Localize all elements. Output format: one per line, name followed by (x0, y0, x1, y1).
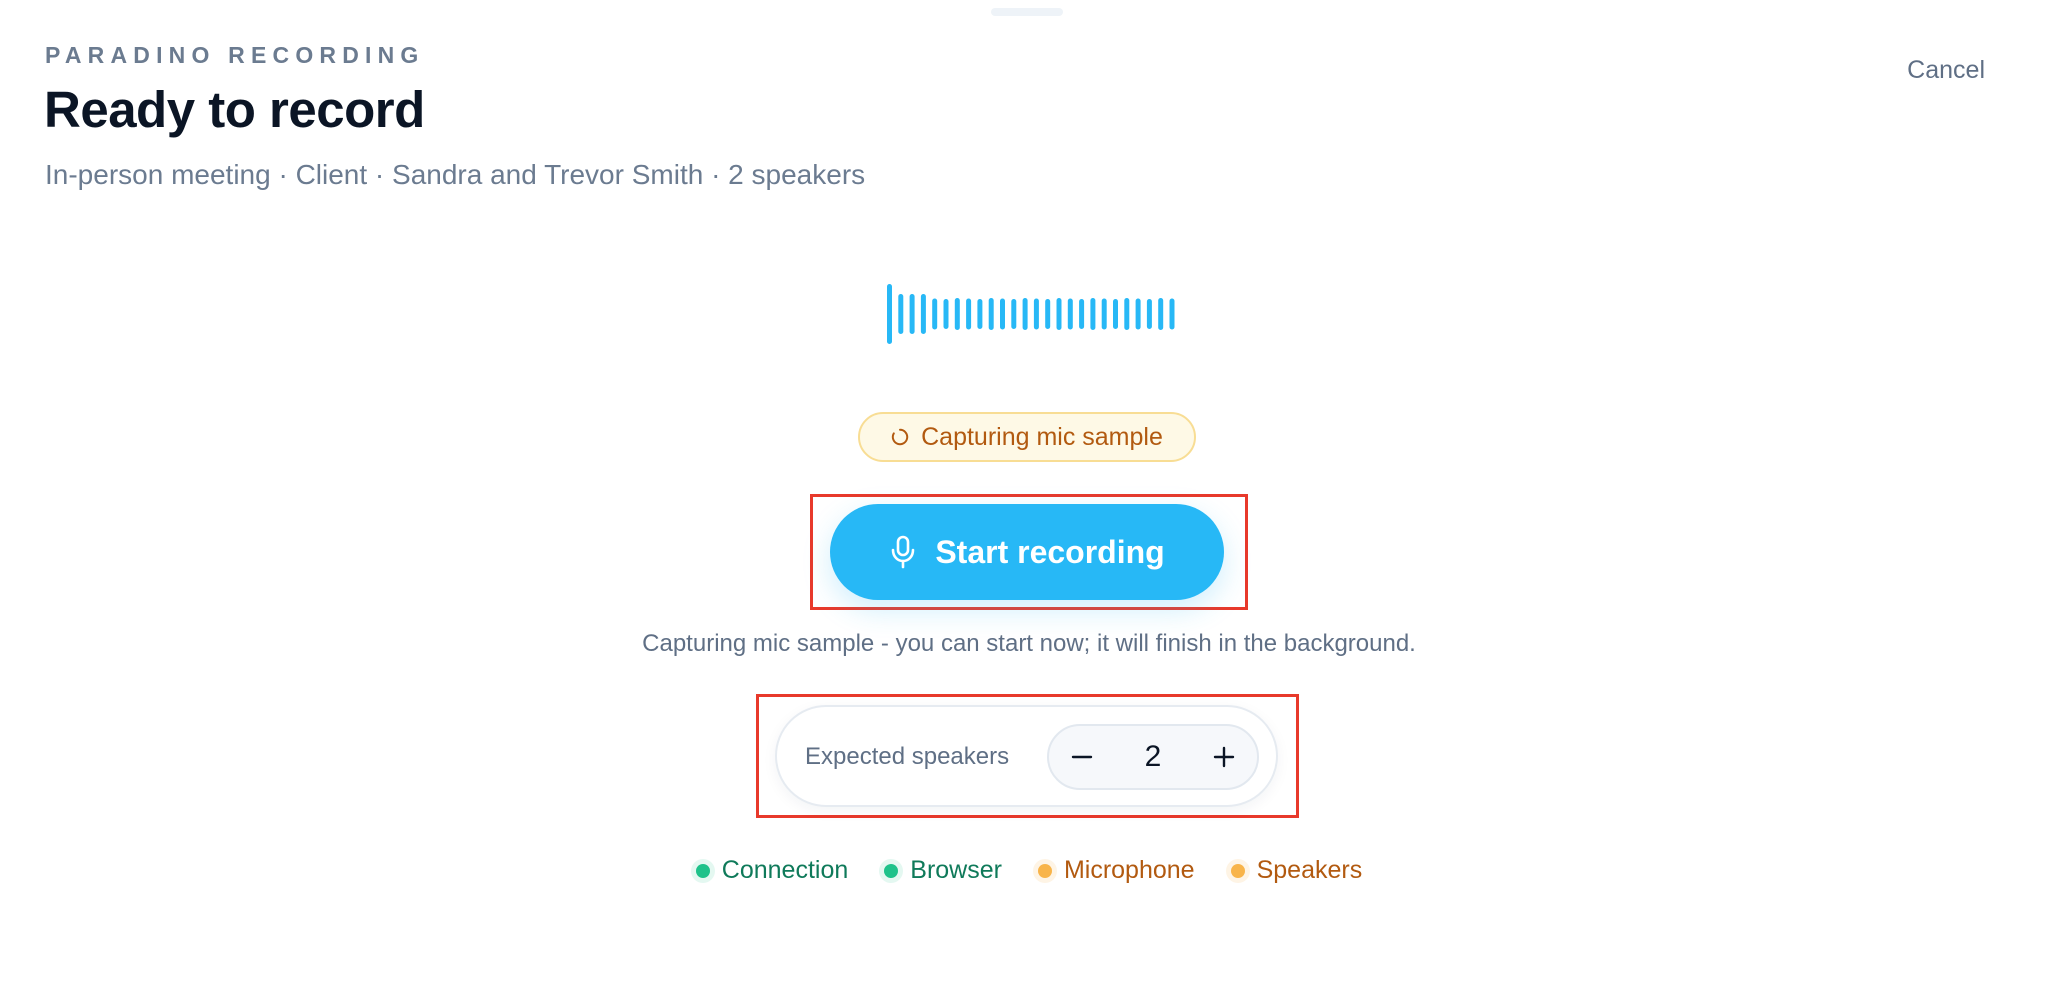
status-label: Capturing mic sample (921, 422, 1163, 451)
waveform-bar (898, 294, 904, 334)
waveform-bar (1146, 299, 1152, 329)
waveform-bar (943, 299, 949, 329)
waveform-bar (887, 284, 892, 344)
microphone-icon (892, 535, 915, 569)
waveform-bar (1090, 298, 1096, 330)
waveform-bar (1056, 298, 1062, 330)
app-eyebrow: PARADINO RECORDING (45, 42, 425, 68)
speakers-count: 2 (1144, 740, 1162, 773)
status-dot-icon (695, 863, 710, 878)
start-recording-label: Start recording (935, 533, 1165, 570)
status-dot-icon (1230, 863, 1245, 878)
check-label: Microphone (1063, 856, 1195, 884)
minus-icon (1071, 755, 1093, 759)
waveform-bar (954, 298, 960, 330)
helper-text: Capturing mic sample - you can start now… (642, 630, 1416, 657)
waveform-bar (932, 298, 938, 330)
speakers-stepper: 2 (1047, 724, 1259, 790)
check-browser: Browser (884, 856, 1002, 885)
waveform-bar (977, 299, 983, 329)
check-label: Browser (910, 856, 1002, 884)
status-dot-icon (884, 863, 899, 878)
page-title: Ready to record (44, 81, 425, 138)
cancel-button[interactable]: Cancel (1907, 56, 1985, 85)
drag-handle[interactable] (991, 8, 1063, 16)
waveform-bar (909, 294, 915, 334)
expected-speakers-label: Expected speakers (805, 743, 1010, 770)
waveform-bar (988, 298, 994, 330)
audio-waveform (887, 284, 1175, 344)
waveform-bar (1158, 298, 1164, 330)
waveform-bar (1113, 299, 1118, 329)
check-connection: Connection (695, 856, 849, 885)
check-label: Connection (721, 856, 849, 884)
status-dot-icon (1037, 863, 1052, 878)
waveform-bar (1022, 298, 1028, 330)
increment-speakers-button[interactable] (1191, 726, 1257, 788)
waveform-bar (1000, 298, 1005, 330)
waveform-bar (1011, 299, 1017, 329)
waveform-bar (1124, 298, 1130, 330)
recording-page: PARADINO RECORDING Ready to record In-pe… (0, 0, 2058, 986)
start-recording-button[interactable]: Start recording (830, 504, 1224, 600)
spinner-icon (891, 428, 909, 446)
waveform-bar (1045, 299, 1051, 329)
waveform-bar (1033, 298, 1039, 330)
system-checks: Connection Browser Microphone Speakers (0, 856, 2058, 885)
waveform-bar (1079, 299, 1085, 329)
waveform-bar (1135, 298, 1141, 330)
waveform-bar (966, 298, 972, 330)
check-microphone: Microphone (1037, 856, 1195, 885)
waveform-bar (1067, 298, 1073, 330)
waveform-bar (920, 294, 926, 334)
waveform-bar (1169, 298, 1175, 330)
check-label: Speakers (1256, 856, 1363, 884)
meeting-summary: In-person meeting · Client · Sandra and … (45, 159, 866, 190)
decrement-speakers-button[interactable] (1049, 726, 1115, 788)
check-speakers: Speakers (1230, 856, 1363, 885)
waveform-bar (1101, 298, 1107, 330)
expected-speakers-control: Expected speakers 2 (775, 705, 1278, 807)
status-badge: Capturing mic sample (858, 412, 1196, 462)
plus-icon (1213, 746, 1235, 768)
